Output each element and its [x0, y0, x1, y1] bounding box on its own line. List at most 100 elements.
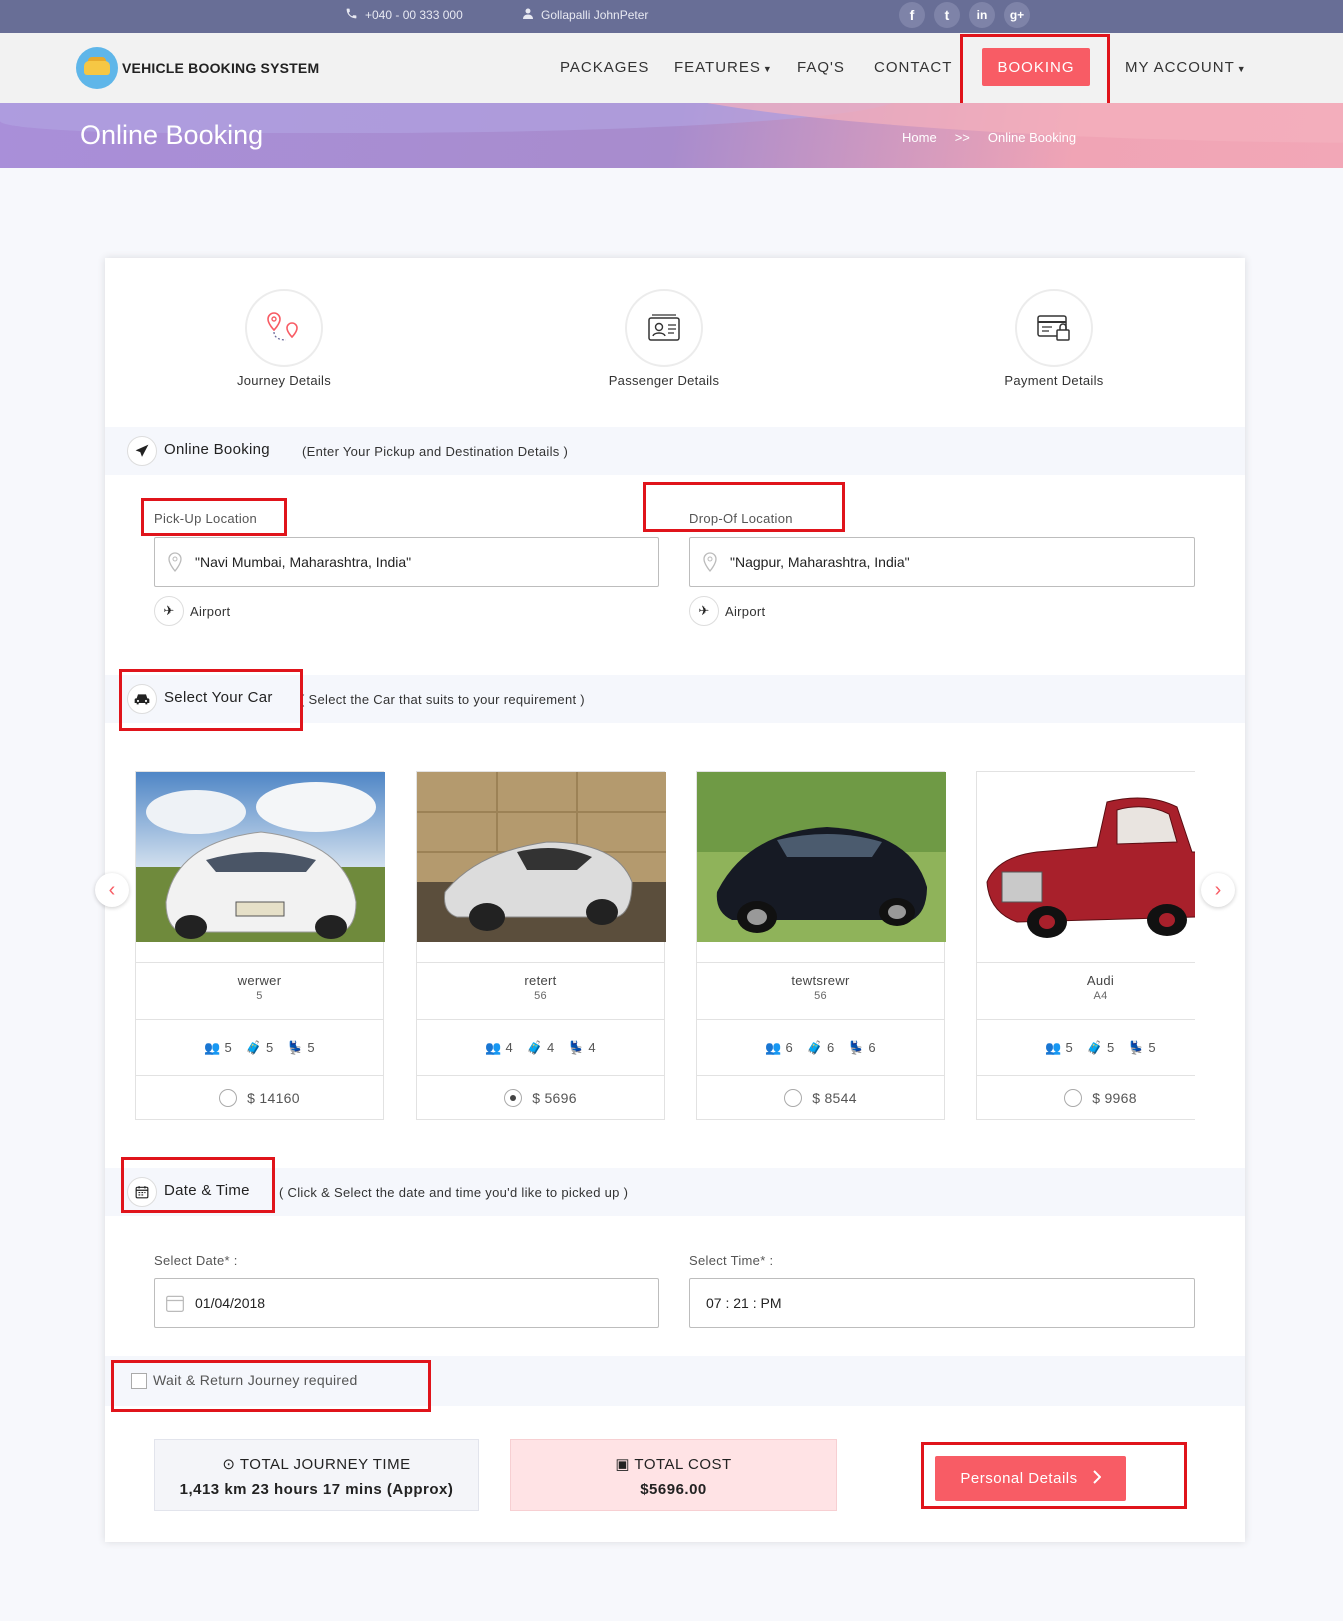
online-booking-title: Online Booking [164, 441, 270, 458]
car-photo-black-jaguar [697, 772, 946, 942]
pickup-label: Pick-Up Location [154, 511, 258, 526]
select-car-title: Select Your Car [164, 689, 273, 706]
seat-count: 5 [1148, 1040, 1156, 1055]
car-name-block: retert 56 [417, 962, 664, 1020]
car-icon [127, 684, 157, 714]
time-value: 07 : 21 : PM [706, 1295, 782, 1311]
luggage-count: 5 [265, 1040, 274, 1055]
seat-icon: 💺 [568, 1039, 585, 1055]
car-price-row[interactable]: $ 14160 [136, 1076, 383, 1120]
car-name: tewtsrewr [791, 973, 850, 988]
luggage-icon: 🧳 [1086, 1039, 1103, 1055]
user-info[interactable]: Gollapalli JohnPeter [522, 7, 648, 23]
online-booking-header: Online Booking (Enter Your Pickup and De… [105, 427, 1245, 475]
pickup-airport-option[interactable]: ✈ Airport [154, 596, 230, 626]
pickup-location-input[interactable]: "Navi Mumbai, Maharashtra, India" [154, 537, 659, 587]
seat-count: 5 [307, 1040, 315, 1055]
nav-contact[interactable]: CONTACT [874, 59, 952, 76]
facebook-icon[interactable]: f [899, 2, 925, 28]
brand-logo[interactable]: VEHICLE BOOKING SYSTEM [76, 47, 319, 89]
luggage-count: 5 [1106, 1040, 1115, 1055]
wait-return-label[interactable]: Wait & Return Journey required [153, 1372, 358, 1388]
car-name: Audi [1086, 973, 1115, 988]
car-model: 56 [814, 990, 827, 1002]
user-name: Gollapalli JohnPeter [541, 8, 649, 22]
car-radio[interactable] [1064, 1089, 1083, 1107]
dropoff-location-input[interactable]: "Nagpur, Maharashtra, India" [689, 537, 1195, 587]
car-card[interactable]: Audi A4 👥 5 🧳 5 💺 5 $ 9968 [976, 771, 1195, 1120]
car-photo-silver-sports-car [417, 772, 666, 942]
phone-number: +040 - 00 333 000 [365, 8, 463, 22]
select-car-subtitle: ( Select the Car that suits to your requ… [300, 692, 585, 707]
car-price: $ 14160 [247, 1090, 300, 1106]
phone-contact: +040 - 00 333 000 [345, 7, 463, 23]
nav-features-label: FEATURES [674, 59, 761, 76]
chevron-right-icon [1092, 1469, 1102, 1488]
car-features: 👥 4 🧳 4 💺 4 [417, 1020, 664, 1076]
step-journey[interactable]: Journey Details [204, 289, 364, 388]
breadcrumb-current: Online Booking [987, 130, 1077, 145]
journey-time-value: 1,413 km 23 hours 17 mins (Approx) [179, 1481, 454, 1498]
car-radio[interactable] [784, 1089, 803, 1107]
step-payment[interactable]: Payment Details [974, 289, 1134, 388]
car-radio[interactable] [219, 1089, 238, 1107]
date-value: 01/04/2018 [195, 1295, 266, 1311]
breadcrumb: Home >> Online Booking [902, 130, 1076, 145]
car-name-block: Audi A4 [977, 962, 1195, 1020]
car-features: 👥 5 🧳 5 💺 5 [136, 1020, 383, 1076]
car-radio-selected[interactable] [504, 1089, 523, 1107]
luggage-count: 4 [546, 1040, 555, 1055]
step-passenger-label: Passenger Details [608, 373, 720, 388]
car-card[interactable]: retert 56 👥 4 🧳 4 💺 4 $ 5696 [416, 771, 666, 1120]
journey-time-title: TOTAL JOURNEY TIME [239, 1456, 411, 1473]
linkedin-icon[interactable]: in [969, 2, 995, 28]
social-links: f t in g+ [899, 2, 1030, 28]
car-name-block: tewtsrewr 56 [697, 962, 944, 1020]
car-features: 👥 5 🧳 5 💺 5 [977, 1020, 1195, 1076]
car-price: $ 9968 [1092, 1090, 1137, 1106]
car-carousel: werwer 5 👥 5 🧳 5 💺 5 $ 14160 retert 56 👥… [135, 771, 1195, 1121]
car-price-row[interactable]: $ 5696 [417, 1076, 664, 1120]
total-cost-box: ▣ TOTAL COST $5696.00 [510, 1439, 837, 1511]
carousel-prev-arrow-icon[interactable]: ‹ [95, 873, 129, 907]
date-input[interactable]: 01/04/2018 [154, 1278, 659, 1328]
passengers-icon: 👥 [485, 1039, 502, 1055]
passengers-icon: 👥 [1045, 1039, 1062, 1055]
carousel-next-arrow-icon[interactable]: › [1201, 873, 1235, 907]
nav-features[interactable]: FEATURES ▼ [674, 59, 773, 76]
car-card[interactable]: tewtsrewr 56 👥 6 🧳 6 💺 6 $ 8544 [696, 771, 946, 1120]
twitter-icon[interactable]: t [934, 2, 960, 28]
page-banner: Online Booking Home >> Online Booking [0, 103, 1343, 168]
online-booking-subtitle: (Enter Your Pickup and Destination Detai… [302, 444, 569, 459]
dropoff-airport-option[interactable]: ✈ Airport [689, 596, 765, 626]
nav-faqs[interactable]: FAQ'S [797, 59, 845, 76]
google-plus-icon[interactable]: g+ [1004, 2, 1030, 28]
date-time-header: Date & Time ( Click & Select the date an… [105, 1168, 1245, 1216]
car-price-row[interactable]: $ 8544 [697, 1076, 944, 1120]
id-card-icon [625, 289, 703, 367]
car-card[interactable]: werwer 5 👥 5 🧳 5 💺 5 $ 14160 [135, 771, 385, 1120]
car-price-row[interactable]: $ 9968 [977, 1076, 1195, 1120]
car-name: werwer [237, 973, 282, 988]
car-model: 5 [256, 990, 263, 1002]
airplane-icon: ✈ [154, 596, 184, 626]
map-pin-icon [690, 552, 730, 572]
nav-booking-button[interactable]: BOOKING [982, 48, 1090, 86]
nav-my-account[interactable]: MY ACCOUNT ▼ [1125, 59, 1247, 76]
luggage-icon: 🧳 [245, 1039, 262, 1055]
seat-icon: 💺 [287, 1039, 304, 1055]
seat-count: 6 [868, 1040, 876, 1055]
time-input[interactable]: 07 : 21 : PM [689, 1278, 1195, 1328]
personal-details-button[interactable]: Personal Details [935, 1456, 1126, 1501]
step-passenger[interactable]: Passenger Details [584, 289, 744, 388]
personal-details-label: Personal Details [960, 1470, 1078, 1487]
luggage-icon: 🧳 [526, 1039, 543, 1055]
breadcrumb-home[interactable]: Home [902, 130, 937, 145]
car-name: retert [524, 973, 557, 988]
nav-packages[interactable]: PACKAGES [560, 59, 649, 76]
seat-icon: 💺 [848, 1039, 865, 1055]
step-journey-label: Journey Details [236, 373, 332, 388]
nav-account-label: MY ACCOUNT [1125, 59, 1235, 76]
seat-count: 4 [588, 1040, 596, 1055]
wait-return-checkbox[interactable] [131, 1373, 147, 1389]
